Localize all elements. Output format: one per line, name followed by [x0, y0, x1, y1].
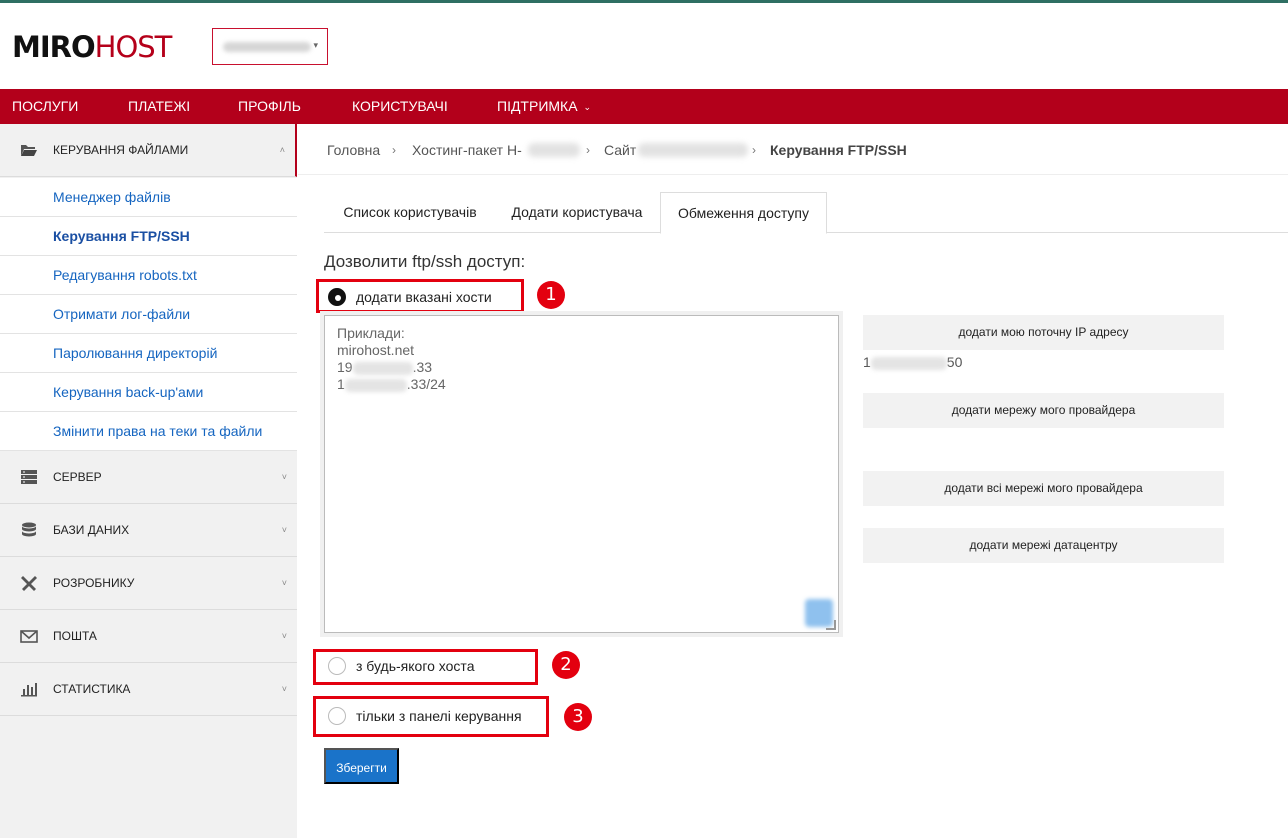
tab-add-user[interactable]: Додати користувача	[496, 192, 658, 233]
chevron-right-icon: ›	[586, 143, 590, 157]
chevron-down-icon: ˅	[281, 578, 287, 588]
nav-support[interactable]: ПІДТРИМКА ⌄	[497, 89, 591, 124]
hosts-placeholder: Приклади: mirohost.net 19.33 1.33/24	[337, 325, 446, 392]
nav-services[interactable]: ПОСЛУГИ	[12, 89, 78, 124]
sidebar-item-ftp-ssh[interactable]: Керування FTP/SSH	[0, 217, 297, 256]
breadcrumb-current: Керування FTP/SSH	[770, 142, 907, 158]
chart-icon	[21, 683, 37, 697]
chevron-down-icon: ˅	[281, 684, 287, 694]
tab-access-restriction[interactable]: Обмеження доступу	[660, 192, 827, 234]
mirohost-logo[interactable]: MIROHOST	[12, 31, 172, 63]
hosts-textarea[interactable]: Приклади: mirohost.net 19.33 1.33/24	[324, 315, 839, 633]
resize-handle[interactable]	[826, 620, 836, 630]
sidebar-item-dir-passwords[interactable]: Паролювання директорій	[0, 334, 297, 373]
sidebar-section-databases[interactable]: БАЗИ ДАНИХ ˅	[0, 504, 297, 557]
chevron-down-icon: ⌄	[583, 102, 592, 112]
annotation-badge-1: 1	[537, 281, 565, 309]
breadcrumb: Головна › Хостинг-пакет Н- › Сайт › Керу…	[298, 124, 1288, 175]
annotation-box-3	[313, 696, 549, 737]
sidebar-section-file-management[interactable]: КЕРУВАННЯ ФАЙЛАМИ ˄	[0, 124, 297, 177]
add-my-ip-button[interactable]: додати мою поточну IP адресу	[863, 315, 1224, 350]
breadcrumb-hosting-blurred	[528, 143, 580, 157]
annotation-badge-3: 3	[564, 703, 592, 731]
database-icon	[22, 522, 36, 537]
chevron-right-icon: ›	[752, 143, 756, 157]
chevron-down-icon: ˅	[281, 472, 287, 482]
chevron-up-icon: ˄	[279, 145, 285, 155]
sidebar-item-robots-txt[interactable]: Редагування robots.txt	[0, 256, 297, 295]
chevron-down-icon: ˅	[281, 525, 287, 535]
annotation-badge-2: 2	[552, 651, 580, 679]
mail-icon	[20, 630, 38, 643]
access-title: Дозволити ftp/ssh доступ:	[324, 252, 526, 271]
add-all-provider-networks-button[interactable]: додати всі мережі мого провайдера	[863, 471, 1224, 506]
tools-icon	[21, 576, 37, 591]
sidebar-section-developer[interactable]: РОЗРОБНИКУ ˅	[0, 557, 297, 610]
breadcrumb-hosting[interactable]: Хостинг-пакет Н-	[412, 124, 522, 176]
annotation-box-1	[316, 279, 524, 313]
tab-users-list[interactable]: Список користувачів	[324, 192, 496, 233]
chevron-right-icon: ›	[392, 143, 396, 157]
save-button[interactable]: Зберегти	[324, 748, 399, 784]
tab-bar: Список користувачів Додати користувача О…	[324, 192, 1288, 234]
sidebar-item-file-manager[interactable]: Менеджер файлів	[0, 178, 297, 217]
breadcrumb-home[interactable]: Головна	[327, 124, 380, 176]
breadcrumb-site-blurred	[638, 143, 748, 157]
folder-open-icon	[21, 145, 37, 156]
nav-profile[interactable]: ПРОФІЛЬ	[238, 89, 301, 124]
sidebar-item-permissions[interactable]: Змінити права на теки та файли	[0, 412, 297, 451]
chevron-down-icon: ▾	[313, 40, 318, 50]
breadcrumb-site[interactable]: Сайт	[604, 124, 636, 176]
sidebar-item-backups[interactable]: Керування back-up'ами	[0, 373, 297, 412]
add-provider-network-button[interactable]: додати мережу мого провайдера	[863, 393, 1224, 428]
domain-select-value-blurred	[223, 42, 311, 52]
current-ip: 1 50	[863, 354, 963, 370]
sidebar-section-server[interactable]: СЕРВЕР ˅	[0, 451, 297, 504]
annotation-box-2	[313, 649, 538, 685]
domain-select[interactable]: ▾	[212, 28, 328, 65]
nav-users[interactable]: КОРИСТУВАЧІ	[352, 89, 448, 124]
main-nav: ПОСЛУГИ ПЛАТЕЖІ ПРОФІЛЬ КОРИСТУВАЧІ ПІДТ…	[0, 89, 1288, 124]
nav-payments[interactable]: ПЛАТЕЖІ	[128, 89, 190, 124]
sidebar-section-statistics[interactable]: СТАТИСТИКА ˅	[0, 663, 297, 716]
sidebar-item-log-files[interactable]: Отримати лог-файли	[0, 295, 297, 334]
header: MIROHOST ▾	[0, 3, 1288, 89]
sidebar: КЕРУВАННЯ ФАЙЛАМИ ˄ Менеджер файлів Керу…	[0, 124, 297, 838]
server-icon	[21, 470, 37, 484]
chevron-down-icon: ˅	[281, 631, 287, 641]
add-datacenter-networks-button[interactable]: додати мережі датацентру	[863, 528, 1224, 563]
sidebar-section-mail[interactable]: ПОШТА ˅	[0, 610, 297, 663]
